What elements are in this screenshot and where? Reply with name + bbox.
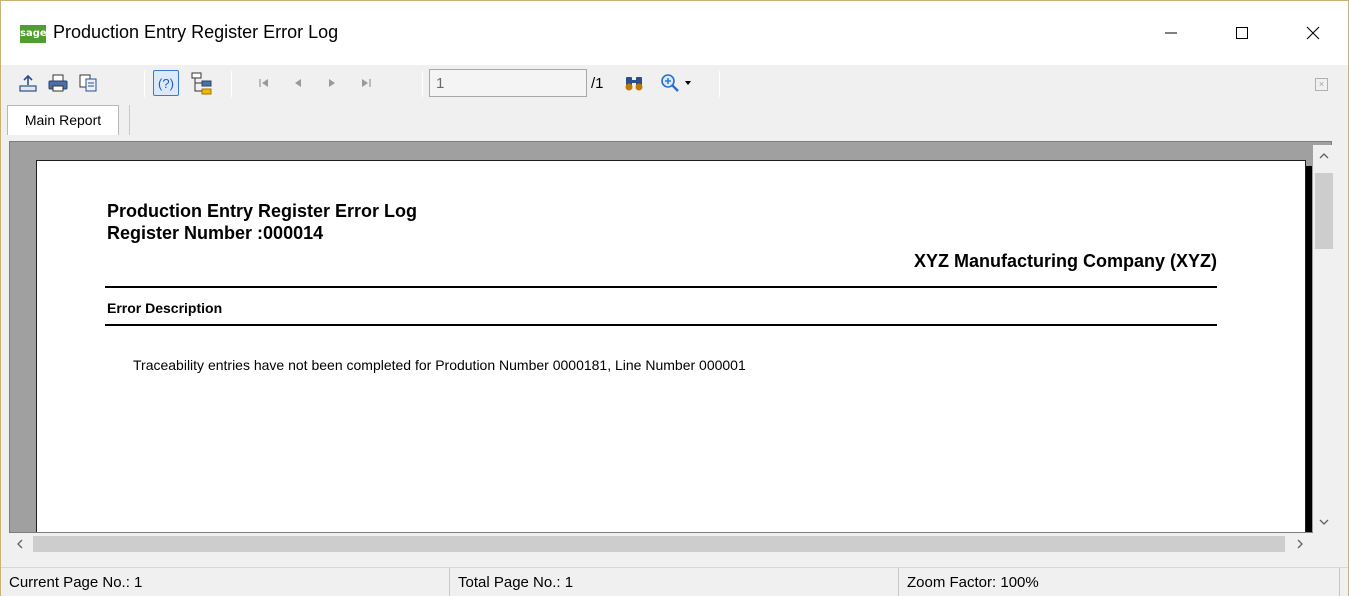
status-zoom-factor: Zoom Factor: 100% <box>899 568 1340 596</box>
status-bar: Current Page No.: 1 Total Page No.: 1 Zo… <box>1 567 1348 596</box>
chevron-left-icon <box>17 539 23 549</box>
status-current-page: Current Page No.: 1 <box>1 568 450 596</box>
vertical-scroll-thumb[interactable] <box>1315 173 1333 249</box>
first-page-button[interactable] <box>251 70 277 96</box>
report-tabs: Main Report <box>1 101 1348 137</box>
toolbar-separator <box>719 71 720 97</box>
minimize-icon <box>1165 32 1177 34</box>
column-rule <box>105 324 1217 326</box>
copy-icon <box>79 74 97 92</box>
sage-logo-icon: sage <box>20 25 47 43</box>
close-button[interactable] <box>1290 1 1336 65</box>
scroll-left-button[interactable] <box>9 533 31 555</box>
tab-divider <box>129 105 130 135</box>
previous-page-icon <box>295 79 301 87</box>
export-button[interactable] <box>15 70 41 96</box>
page-number-input[interactable] <box>429 69 587 97</box>
report-viewport[interactable]: Production Entry Register Error Log Regi… <box>9 141 1332 533</box>
column-header-error-description: Error Description <box>107 300 223 316</box>
report-title: Production Entry Register Error Log <box>107 201 418 221</box>
binoculars-icon <box>625 77 643 91</box>
horizontal-scroll-thumb[interactable] <box>33 536 1285 552</box>
toolbar-separator <box>422 71 423 97</box>
group-tree-button[interactable] <box>189 70 215 96</box>
export-icon <box>19 74 37 92</box>
page-total-label: /1 <box>591 75 604 92</box>
next-page-icon <box>329 79 335 87</box>
chevron-right-icon <box>1297 539 1303 549</box>
first-page-icon <box>259 79 268 87</box>
next-page-button[interactable] <box>319 70 345 96</box>
printer-icon <box>48 74 68 92</box>
chevron-down-icon <box>684 81 691 85</box>
last-page-button[interactable] <box>353 70 379 96</box>
group-tree-icon <box>191 72 212 95</box>
error-message: Traceability entries have not been compl… <box>133 357 746 373</box>
register-number-label: Register Number : <box>107 223 264 243</box>
horizontal-scrollbar[interactable] <box>9 533 1335 555</box>
chevron-down-icon <box>1319 519 1329 525</box>
copy-button[interactable] <box>75 70 101 96</box>
company-name: XYZ Manufacturing Company (XYZ) <box>913 251 1217 271</box>
vertical-scrollbar[interactable] <box>1313 145 1335 533</box>
scroll-down-button[interactable] <box>1313 511 1335 533</box>
last-page-icon <box>362 79 371 87</box>
help-icon: (?) <box>158 75 174 91</box>
register-number-value: 000014 <box>263 223 324 243</box>
tab-main-report[interactable]: Main Report <box>7 105 119 135</box>
scroll-right-button[interactable] <box>1289 533 1311 555</box>
minimize-button[interactable] <box>1148 1 1194 65</box>
window-title: Production Entry Register Error Log <box>53 22 339 42</box>
title-bar[interactable]: sage Production Entry Register Error Log <box>1 1 1348 65</box>
close-icon <box>1306 26 1320 40</box>
print-button[interactable] <box>45 70 71 96</box>
header-rule <box>105 286 1217 288</box>
status-total-page: Total Page No.: 1 <box>450 568 899 596</box>
report-viewer-window: sage Production Entry Register Error Log <box>0 0 1349 596</box>
report-toolbar: (?) /1 <box>1 65 1348 101</box>
help-button[interactable]: (?) <box>153 70 179 96</box>
close-report-button[interactable]: × <box>1315 78 1328 91</box>
search-button[interactable] <box>621 70 647 96</box>
chevron-up-icon <box>1319 153 1329 159</box>
maximize-button[interactable] <box>1219 1 1265 65</box>
toolbar-separator <box>144 71 145 97</box>
register-number-line: Register Number :000014 <box>107 223 323 244</box>
report-page: Production Entry Register Error Log Regi… <box>36 160 1306 532</box>
zoom-dropdown-button[interactable] <box>655 70 695 96</box>
toolbar-separator <box>231 71 232 97</box>
previous-page-button[interactable] <box>285 70 311 96</box>
scroll-up-button[interactable] <box>1313 145 1335 167</box>
zoom-icon <box>660 74 679 92</box>
maximize-icon <box>1236 27 1248 39</box>
